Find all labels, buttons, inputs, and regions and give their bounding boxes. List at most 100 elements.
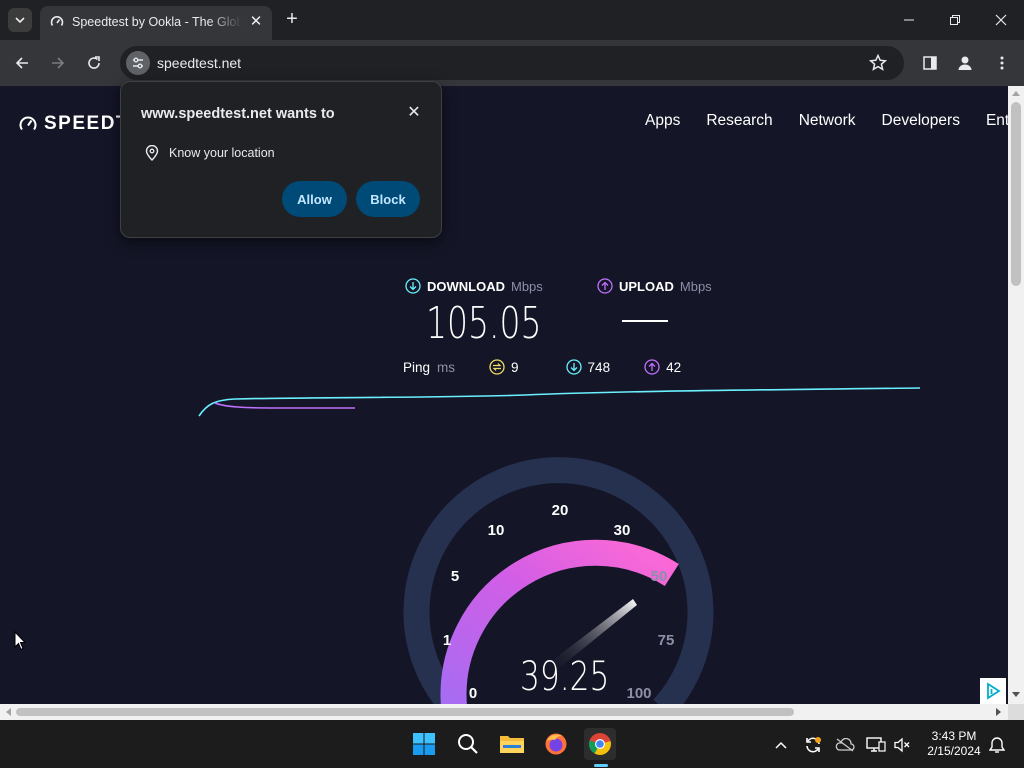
network-icon: [866, 737, 886, 752]
popup-permission-item: Know your location: [145, 145, 275, 161]
reload-button[interactable]: [82, 51, 106, 75]
ping-idle: 9: [489, 359, 519, 375]
allow-button[interactable]: Allow: [282, 181, 347, 217]
location-pin-icon: [145, 145, 159, 161]
speedtest-favicon-icon: [50, 16, 64, 26]
active-app-indicator: [594, 764, 608, 767]
permission-text: Know your location: [169, 146, 275, 160]
scroll-up-icon[interactable]: [1012, 90, 1020, 96]
vertical-scroll-thumb[interactable]: [1011, 102, 1021, 286]
gauge-label-30: 30: [614, 522, 631, 539]
nav-apps[interactable]: Apps: [645, 112, 680, 130]
download-label: DOWNLOAD Mbps: [405, 278, 543, 294]
network-tray-icon[interactable]: [866, 735, 886, 755]
download-value: 105.05: [426, 298, 542, 349]
notifications-button[interactable]: [987, 735, 1007, 755]
speed-graph: [198, 387, 921, 417]
upload-graph-line: [214, 402, 355, 409]
restore-icon: [950, 15, 960, 25]
show-hidden-icons-button[interactable]: [771, 735, 791, 755]
minimize-icon: [904, 19, 914, 21]
download-title: DOWNLOAD: [427, 278, 505, 294]
file-explorer-button[interactable]: [496, 728, 528, 760]
start-button[interactable]: [408, 728, 440, 760]
gauge-label-1: 1: [443, 632, 451, 649]
gauge-label-0: 0: [469, 685, 477, 702]
bookmark-star-icon[interactable]: [868, 53, 888, 73]
clock-time: 3:43 PM: [931, 729, 977, 743]
new-tab-button[interactable]: +: [282, 9, 302, 29]
horizontal-scrollbar[interactable]: [0, 704, 1008, 720]
clock-date: 2/15/2024: [927, 744, 981, 758]
chrome-button[interactable]: [584, 728, 616, 760]
block-button[interactable]: Block: [356, 181, 420, 217]
upload-unit: Mbps: [679, 278, 712, 294]
scroll-left-icon[interactable]: [5, 708, 11, 716]
browser-toolbar: speedtest.net: [0, 40, 1024, 86]
windows-taskbar: 3:43 PM 2/15/2024: [0, 720, 1024, 768]
nav-network[interactable]: Network: [799, 112, 856, 130]
nav-developers[interactable]: Developers: [882, 112, 960, 130]
download-graph-line: [198, 387, 921, 417]
ping-label: Ping: [403, 359, 431, 375]
site-info-button[interactable]: [126, 51, 150, 75]
taskbar-search-button[interactable]: [452, 728, 484, 760]
close-window-button[interactable]: [987, 8, 1015, 32]
main-nav: Apps Research Network Developers Enterpr…: [645, 112, 1008, 130]
gauge-label-10: 10: [488, 522, 505, 539]
scroll-right-icon[interactable]: [996, 708, 1002, 716]
popup-close-icon[interactable]: ✕: [405, 104, 423, 122]
ping-download: 748: [565, 359, 610, 375]
tab-close-icon[interactable]: ✕: [248, 14, 264, 30]
adchoices-icon[interactable]: [980, 678, 1006, 704]
tab-search-button[interactable]: [8, 8, 32, 32]
volume-tray-icon[interactable]: [892, 735, 912, 755]
forward-button[interactable]: [46, 51, 70, 75]
arrow-left-icon: [15, 57, 28, 69]
chrome-icon: [588, 733, 611, 755]
onedrive-tray-icon[interactable]: [835, 735, 855, 755]
cloud-offline-icon: [835, 738, 855, 752]
nav-research[interactable]: Research: [706, 112, 772, 130]
speaker-muted-icon: [894, 737, 910, 753]
scroll-down-icon[interactable]: [1012, 692, 1020, 698]
chevron-down-icon: [15, 17, 25, 24]
scrollbar-corner: [1008, 704, 1024, 720]
idle-ping-icon: [489, 359, 505, 375]
minimize-button[interactable]: [895, 8, 923, 32]
gauge-label-50: 50: [651, 568, 668, 585]
firefox-button[interactable]: [540, 728, 572, 760]
taskbar-clock[interactable]: 3:43 PM 2/15/2024: [918, 729, 990, 759]
arrow-right-icon: [52, 57, 65, 69]
sync-icon: [806, 737, 821, 753]
upload-value-pending: [622, 320, 668, 322]
gauge-label-75: 75: [658, 632, 675, 649]
profile-button[interactable]: [953, 51, 977, 75]
search-icon: [458, 734, 478, 754]
browser-menu-button[interactable]: [990, 51, 1014, 75]
address-bar[interactable]: speedtest.net: [120, 46, 904, 80]
browser-tab[interactable]: Speedtest by Ookla - The Global Broadban…: [40, 6, 272, 40]
location-permission-popup: www.speedtest.net wants to ✕ Know your l…: [120, 81, 442, 238]
close-icon: [995, 14, 1007, 26]
back-button[interactable]: [10, 51, 34, 75]
sync-tray-icon[interactable]: [803, 735, 823, 755]
folder-icon: [500, 736, 524, 753]
vertical-scrollbar[interactable]: [1008, 86, 1024, 704]
tab-strip: Speedtest by Ookla - The Global Broadban…: [0, 0, 1024, 40]
reload-icon: [88, 56, 100, 69]
ping-unit: ms: [437, 359, 456, 375]
gauge-label-100: 100: [626, 685, 651, 702]
restore-button[interactable]: [941, 8, 969, 32]
bell-icon: [989, 737, 1005, 753]
tab-title: Speedtest by Ookla - The Global Broadban…: [72, 15, 242, 29]
horizontal-scroll-thumb[interactable]: [16, 708, 794, 716]
nav-enterprise[interactable]: Enterprise: [986, 112, 1008, 130]
speedtest-logo-icon: [19, 116, 37, 131]
side-panel-button[interactable]: [918, 51, 942, 75]
ping-upload: 42: [644, 359, 681, 375]
url-text[interactable]: speedtest.net: [157, 55, 241, 71]
profile-icon: [958, 56, 972, 70]
ping-row: Ping ms 9 748 42: [403, 359, 681, 375]
popup-title: www.speedtest.net wants to: [141, 106, 335, 122]
